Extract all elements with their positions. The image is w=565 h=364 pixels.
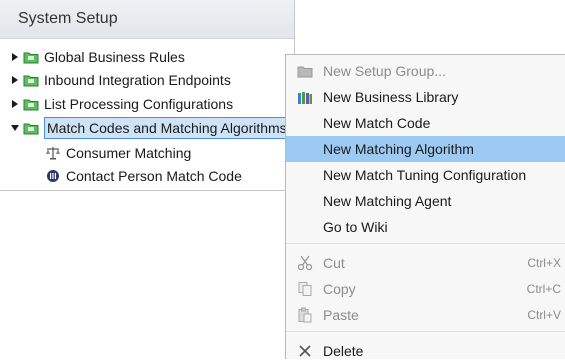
delete-icon [286, 338, 323, 364]
paste-icon [286, 302, 323, 328]
folder-icon [22, 93, 40, 115]
expand-toggle[interactable] [8, 93, 22, 115]
folder-icon [22, 69, 40, 91]
menu-item-label: New Match Tuning Configuration [323, 167, 527, 183]
tree-item-match-codes-and-matching-algorithms[interactable]: Match Codes and Matching Algorithms [8, 117, 290, 139]
chevron-down-icon [11, 125, 19, 131]
business-library-icon [286, 84, 323, 110]
tree-item-label: Consumer Matching [66, 145, 192, 161]
menu-item-new-match-code[interactable]: New Match Code [286, 110, 565, 136]
tree-item-label: Contact Person Match Code [66, 168, 242, 184]
menu-item-shortcut: Ctrl+C [526, 282, 561, 296]
scale-icon [44, 142, 62, 164]
collapse-toggle[interactable] [8, 117, 22, 139]
expand-toggle[interactable] [8, 46, 22, 68]
chevron-right-icon [12, 100, 18, 108]
tree-item-consumer-matching[interactable]: Consumer Matching [44, 142, 191, 164]
context-menu: New Setup Group... New Business Library … [285, 54, 565, 359]
scissors-icon [286, 250, 323, 276]
panel-title: System Setup [0, 0, 294, 39]
tree-item-list-processing-configurations[interactable]: List Processing Configurations [8, 93, 233, 115]
chevron-right-icon [12, 53, 18, 61]
menu-separator [286, 331, 565, 332]
expand-toggle[interactable] [8, 69, 22, 91]
menu-item-label: Paste [323, 307, 359, 323]
chevron-right-icon [12, 76, 18, 84]
menu-item-label: Delete [323, 343, 364, 359]
menu-item-shortcut: Ctrl+X [527, 256, 561, 270]
menu-item-label: Cut [323, 255, 345, 271]
setup-group-icon [286, 58, 323, 84]
menu-item-paste[interactable]: Paste Ctrl+V [286, 302, 565, 328]
menu-item-go-to-wiki[interactable]: Go to Wiki [286, 214, 565, 240]
menu-item-label: New Setup Group... [323, 63, 446, 79]
folder-icon [22, 46, 40, 68]
tree-item-global-business-rules[interactable]: Global Business Rules [8, 46, 185, 68]
menu-item-label: New Matching Algorithm [323, 141, 474, 157]
menu-item-new-match-tuning-configuration[interactable]: New Match Tuning Configuration [286, 162, 565, 188]
menu-item-label: New Business Library [323, 89, 459, 105]
tree-item-label: Match Codes and Matching Algorithms [44, 117, 290, 139]
tree-item-inbound-integration-endpoints[interactable]: Inbound Integration Endpoints [8, 69, 231, 91]
copy-icon [286, 276, 323, 302]
tree-item-label: Global Business Rules [44, 49, 185, 65]
menu-item-new-matching-agent[interactable]: New Matching Agent [286, 188, 565, 214]
menu-item-label: New Matching Agent [323, 193, 452, 209]
tree-item-contact-person-match-code[interactable]: Contact Person Match Code [44, 165, 242, 187]
menu-item-label: Go to Wiki [323, 219, 388, 235]
tree-item-label: Inbound Integration Endpoints [44, 72, 231, 88]
menu-item-new-setup-group[interactable]: New Setup Group... [286, 58, 565, 84]
menu-item-delete[interactable]: Delete [286, 338, 565, 364]
system-setup-panel: System Setup Global Business Rules Inbou… [0, 0, 295, 191]
tree-item-label: List Processing Configurations [44, 96, 234, 112]
menu-item-label: New Match Code [323, 115, 431, 131]
menu-item-new-matching-algorithm[interactable]: New Matching Algorithm [286, 136, 565, 162]
menu-item-cut[interactable]: Cut Ctrl+X [286, 250, 565, 276]
match-code-icon [44, 165, 62, 187]
menu-item-label: Copy [323, 281, 356, 297]
menu-separator [286, 243, 565, 244]
menu-item-copy[interactable]: Copy Ctrl+C [286, 276, 565, 302]
folder-icon [22, 117, 40, 139]
menu-item-new-business-library[interactable]: New Business Library [286, 84, 565, 110]
menu-item-shortcut: Ctrl+V [527, 308, 561, 322]
